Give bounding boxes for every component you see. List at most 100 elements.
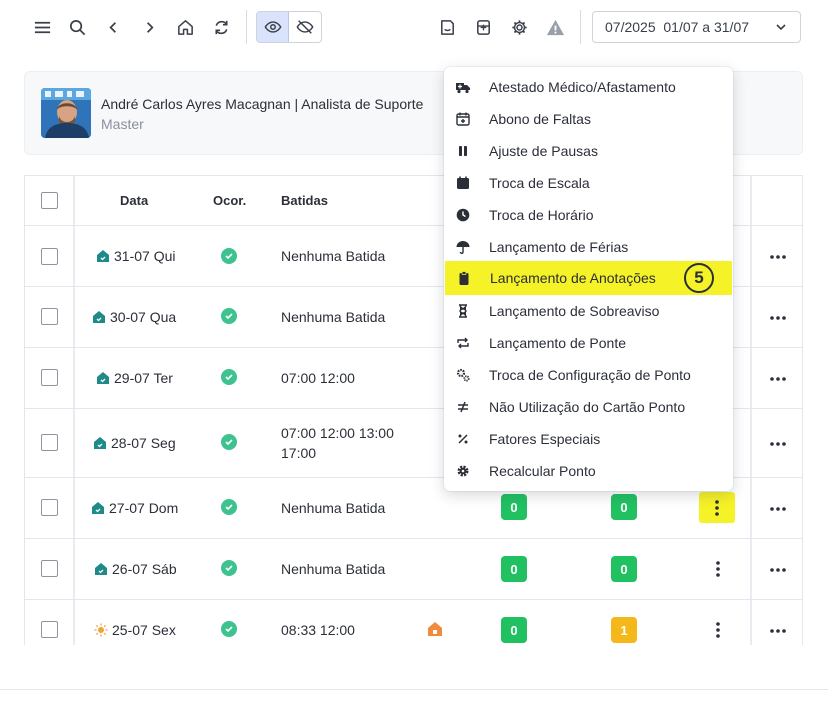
row-actions-menu: Atestado Médico/Afastamento Abono de Fal… bbox=[444, 67, 733, 491]
menu-item-atestado[interactable]: Atestado Médico/Afastamento bbox=[444, 71, 733, 103]
row-batidas: 08:33 12:00 bbox=[281, 622, 355, 638]
row-batidas: 07:00 12:00 bbox=[281, 370, 355, 386]
highlighted-row-actions-button[interactable] bbox=[699, 492, 735, 523]
user-role: Master bbox=[101, 116, 144, 132]
table-row[interactable]: 25-07 Sex 08:33 12:00 0 1 bbox=[25, 600, 802, 645]
menu-item-recalcular[interactable]: Recalcular Ponto bbox=[444, 455, 733, 487]
period-select-value: 07/2025 01/07 a 31/07 bbox=[605, 19, 750, 35]
row-batidas: Nenhuma Batida bbox=[281, 309, 386, 325]
menu-item-configuracao[interactable]: Troca de Configuração de Ponto bbox=[444, 359, 733, 391]
row-date: 29-07 Ter bbox=[96, 370, 173, 386]
toolbar: 07/2025 01/07 a 31/07 bbox=[0, 0, 828, 56]
row-checkbox[interactable] bbox=[41, 560, 58, 577]
repeat-icon bbox=[457, 337, 469, 349]
more-horizontal-icon[interactable] bbox=[770, 629, 786, 633]
footer-divider bbox=[0, 689, 828, 690]
clock-icon bbox=[456, 208, 470, 222]
occurrence-ok-icon bbox=[221, 308, 237, 324]
refresh-icon[interactable] bbox=[205, 11, 237, 43]
menu-item-ferias[interactable]: Lançamento de Férias bbox=[444, 231, 733, 263]
header-ocor: Ocor. bbox=[213, 193, 247, 208]
menu-item-ponte[interactable]: Lançamento de Ponte bbox=[444, 327, 733, 359]
menu-item-pausas[interactable]: Ajuste de Pausas bbox=[444, 135, 733, 167]
cogs-icon bbox=[456, 368, 470, 382]
occurrence-ok-icon bbox=[221, 621, 237, 637]
more-horizontal-icon[interactable] bbox=[770, 507, 786, 511]
row-date: 27-07 Dom bbox=[91, 500, 178, 516]
calculator-icon[interactable] bbox=[467, 11, 499, 43]
count-badge: 0 bbox=[501, 617, 527, 643]
row-checkbox[interactable] bbox=[41, 621, 58, 638]
search-icon[interactable] bbox=[61, 11, 93, 43]
row-batidas: Nenhuma Batida bbox=[281, 561, 386, 577]
clipboard-icon bbox=[459, 271, 469, 285]
avatar bbox=[41, 88, 91, 138]
table-row[interactable]: 26-07 Sáb Nenhuma Batida 0 0 bbox=[25, 539, 802, 600]
count-badge: 0 bbox=[611, 556, 637, 582]
eye-off-icon[interactable] bbox=[289, 12, 321, 42]
menu-icon[interactable] bbox=[26, 11, 58, 43]
house-icon bbox=[92, 502, 104, 514]
menu-item-horario[interactable]: Troca de Horário bbox=[444, 199, 733, 231]
row-batidas: 07:00 12:00 13:00 17:00 bbox=[281, 425, 394, 461]
more-horizontal-icon[interactable] bbox=[770, 568, 786, 572]
more-horizontal-icon[interactable] bbox=[770, 255, 786, 259]
more-horizontal-icon[interactable] bbox=[770, 377, 786, 381]
period-select[interactable]: 07/2025 01/07 a 31/07 bbox=[592, 11, 801, 43]
calendar-icon bbox=[457, 176, 469, 189]
chevron-left-icon[interactable] bbox=[97, 11, 129, 43]
chevron-right-icon[interactable] bbox=[133, 11, 165, 43]
menu-item-escala[interactable]: Troca de Escala bbox=[444, 167, 733, 199]
more-horizontal-icon[interactable] bbox=[770, 442, 786, 446]
occurrence-ok-icon bbox=[221, 434, 237, 450]
row-checkbox[interactable] bbox=[41, 248, 58, 265]
user-name: André Carlos Ayres Macagnan | Analista d… bbox=[101, 96, 424, 112]
ambulance-icon bbox=[456, 83, 470, 94]
more-vertical-icon bbox=[715, 500, 719, 516]
house-icon bbox=[97, 372, 109, 384]
menu-item-fatores[interactable]: Fatores Especiais bbox=[444, 423, 733, 455]
home-icon[interactable] bbox=[169, 11, 201, 43]
visibility-toggle bbox=[256, 11, 322, 43]
count-badge: 0 bbox=[501, 494, 527, 520]
menu-item-anotacoes[interactable]: Lançamento de Anotações 5 bbox=[445, 261, 732, 295]
header-data: Data bbox=[120, 193, 149, 208]
row-checkbox[interactable] bbox=[41, 434, 58, 451]
more-horizontal-icon[interactable] bbox=[770, 316, 786, 320]
menu-item-sobreaviso[interactable]: Lançamento de Sobreaviso bbox=[444, 295, 733, 327]
pause-icon bbox=[459, 146, 467, 156]
warning-icon[interactable] bbox=[539, 11, 571, 43]
row-checkbox[interactable] bbox=[41, 369, 58, 386]
row-checkbox[interactable] bbox=[41, 499, 58, 516]
header-batidas: Batidas bbox=[281, 193, 328, 208]
toolbar-divider bbox=[246, 10, 247, 44]
settings-icon[interactable] bbox=[503, 11, 535, 43]
row-date: 25-07 Sex bbox=[94, 622, 176, 638]
count-badge: 0 bbox=[611, 494, 637, 520]
gear-icon bbox=[457, 465, 469, 477]
more-vertical-icon[interactable] bbox=[716, 622, 720, 638]
house-alert-icon bbox=[428, 622, 442, 636]
occurrence-ok-icon bbox=[221, 248, 237, 264]
count-badge: 1 bbox=[611, 617, 637, 643]
row-date: 30-07 Qua bbox=[92, 309, 176, 325]
report-icon[interactable] bbox=[431, 11, 463, 43]
hourglass-icon bbox=[459, 304, 467, 318]
house-icon bbox=[97, 250, 109, 262]
house-icon bbox=[93, 311, 105, 323]
house-icon bbox=[95, 563, 107, 575]
umbrella-icon bbox=[456, 241, 470, 254]
row-batidas: Nenhuma Batida bbox=[281, 248, 386, 264]
step-number-badge: 5 bbox=[684, 263, 714, 293]
row-date: 31-07 Qui bbox=[96, 248, 175, 264]
eye-icon[interactable] bbox=[257, 12, 290, 42]
occurrence-ok-icon bbox=[221, 560, 237, 576]
select-all-checkbox[interactable] bbox=[41, 192, 58, 209]
menu-item-abono[interactable]: Abono de Faltas bbox=[444, 103, 733, 135]
row-date: 26-07 Sáb bbox=[94, 561, 177, 577]
not-equal-icon bbox=[458, 401, 468, 413]
more-vertical-icon[interactable] bbox=[716, 561, 720, 577]
row-checkbox[interactable] bbox=[41, 308, 58, 325]
chevron-down-icon bbox=[776, 24, 786, 31]
menu-item-nao-utilizacao[interactable]: Não Utilização do Cartão Ponto bbox=[444, 391, 733, 423]
